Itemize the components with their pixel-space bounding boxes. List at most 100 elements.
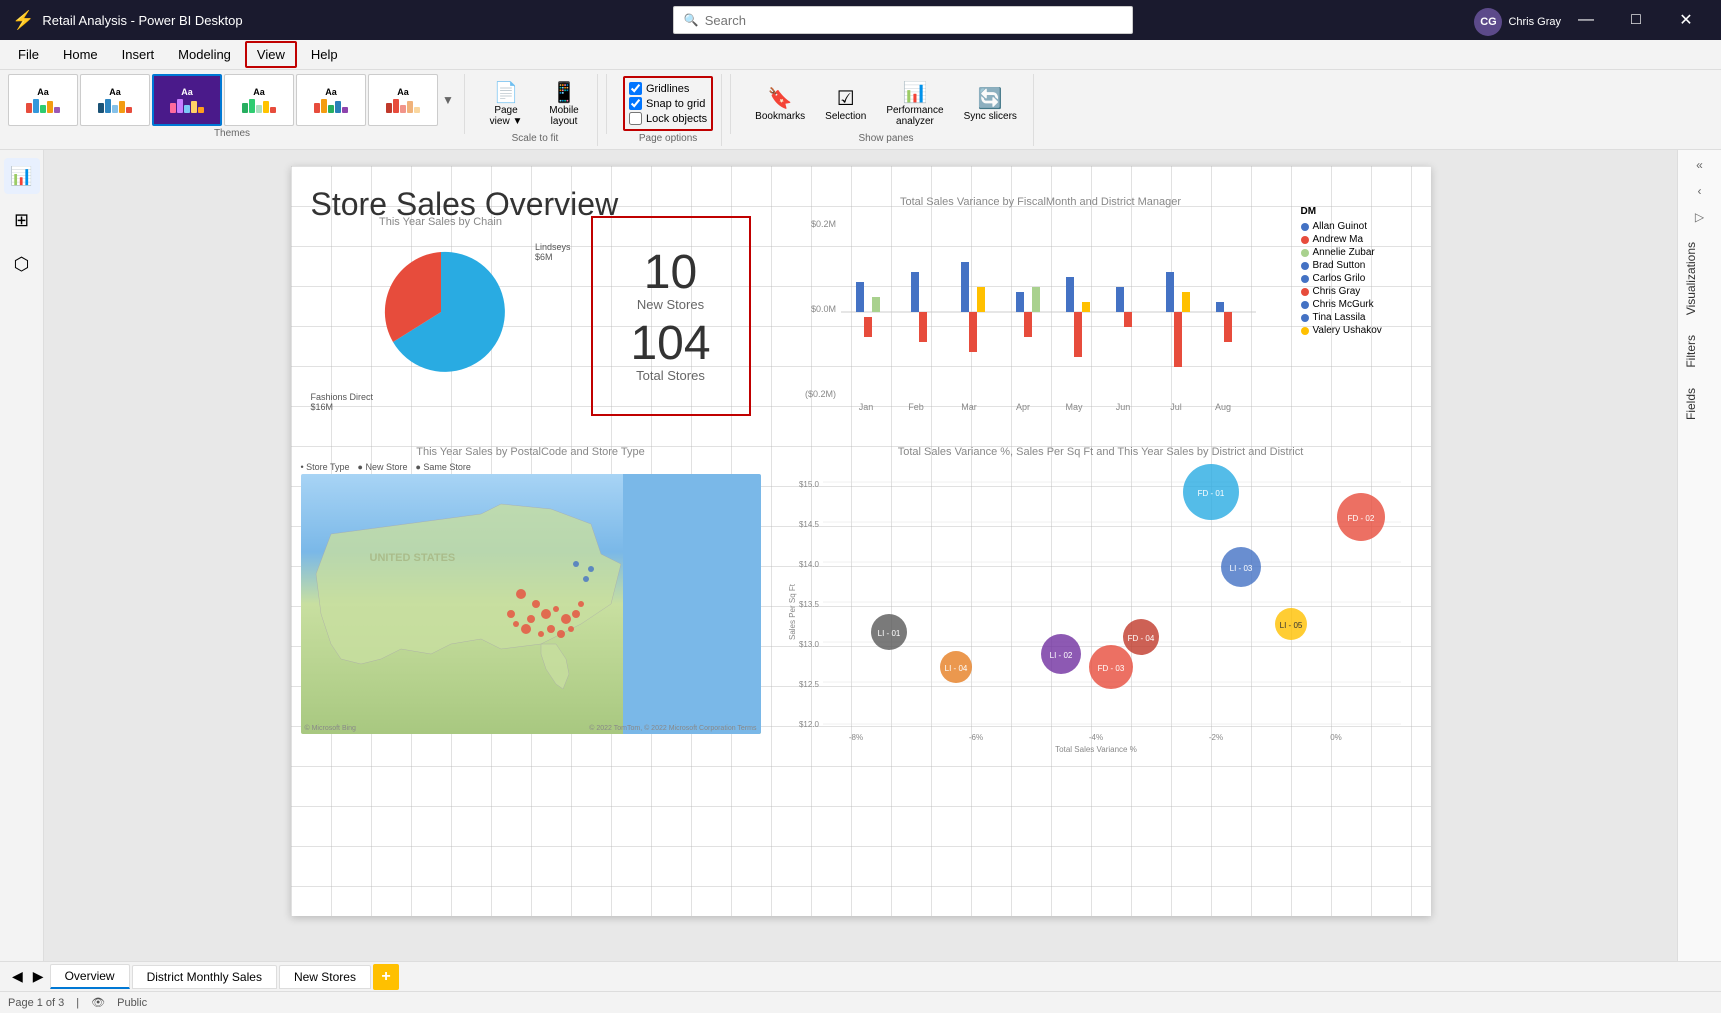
legend-item-1: Andrew Ma <box>1301 234 1421 245</box>
theme-2[interactable]: Aa <box>80 74 150 126</box>
map-section[interactable]: This Year Sales by PostalCode and Store … <box>301 446 761 746</box>
svg-text:Jul: Jul <box>1170 402 1182 412</box>
visualizations-panel-label[interactable]: Visualizations <box>1678 232 1721 325</box>
show-panes-label: Show panes <box>859 133 914 144</box>
legend-dot-7 <box>1301 314 1309 322</box>
svg-text:LI - 01: LI - 01 <box>877 629 900 638</box>
add-page-btn[interactable]: + <box>373 964 399 990</box>
theme-4[interactable]: Aa <box>224 74 294 126</box>
close-button[interactable]: ✕ <box>1663 0 1709 40</box>
svg-text:$0.2M: $0.2M <box>810 219 835 229</box>
back-btn[interactable]: ‹ <box>1694 180 1706 202</box>
menu-home[interactable]: Home <box>53 43 108 66</box>
bar-chart-section[interactable]: Total Sales Variance by FiscalMonth and … <box>801 196 1281 426</box>
selection-icon: ☑ <box>837 86 855 111</box>
table-view-icon[interactable]: ⊞ <box>4 202 40 238</box>
svg-text:LI - 03: LI - 03 <box>1229 564 1252 573</box>
menu-file[interactable]: File <box>8 43 49 66</box>
svg-text:Aug: Aug <box>1214 402 1230 412</box>
ribbon: Aa Aa Aa <box>0 70 1721 150</box>
app-icon: ⚡ <box>12 10 34 31</box>
mobile-layout-btn[interactable]: 📱 Mobilelayout <box>539 76 589 131</box>
svg-text:FD - 02: FD - 02 <box>1347 514 1374 523</box>
menu-insert[interactable]: Insert <box>112 43 165 66</box>
theme-1[interactable]: Aa <box>8 74 78 126</box>
svg-text:($0.2M): ($0.2M) <box>804 389 835 399</box>
user-name: Chris Gray <box>1508 16 1561 28</box>
main-layout: 📊 ⊞ ⬡ Store Sales Overview This Year Sal… <box>0 150 1721 961</box>
legend-dot-0 <box>1301 223 1309 231</box>
tab-district-monthly-sales[interactable]: District Monthly Sales <box>132 965 277 989</box>
svg-text:Apr: Apr <box>1015 402 1029 412</box>
svg-text:Feb: Feb <box>908 402 924 412</box>
theme-3[interactable]: Aa <box>152 74 222 126</box>
canvas-area[interactable]: Store Sales Overview This Year Sales by … <box>44 150 1677 961</box>
legend-item-7: Tina Lassila <box>1301 312 1421 323</box>
selection-btn[interactable]: ☑ Selection <box>817 76 874 131</box>
minimize-button[interactable]: — <box>1563 0 1609 40</box>
fields-panel-label[interactable]: Fields <box>1678 378 1721 430</box>
page-view-icon: 📄 <box>494 80 519 105</box>
maximize-button[interactable]: □ <box>1613 0 1659 40</box>
svg-text:Jan: Jan <box>858 402 873 412</box>
svg-text:$14.5: $14.5 <box>798 520 819 529</box>
themes-label: Themes <box>8 128 456 139</box>
bookmarks-btn[interactable]: 🔖 Bookmarks <box>747 76 813 131</box>
legend-dot-3 <box>1301 262 1309 270</box>
svg-text:FD - 04: FD - 04 <box>1127 634 1154 643</box>
pie-chart-svg <box>366 237 516 387</box>
page-view-group: 📄 Pageview ▼ 📱 Mobilelayout Scale to fit <box>473 74 598 146</box>
pie-label-lindseys: Lindseys $6M <box>535 242 571 262</box>
kpi-new-stores-value: 10 <box>644 249 697 297</box>
sync-slicers-btn[interactable]: 🔄 Sync slicers <box>956 76 1025 131</box>
page-prev-btn[interactable]: ◀ <box>8 966 27 987</box>
performance-analyzer-icon: 📊 <box>902 80 927 105</box>
search-bar[interactable]: 🔍 <box>673 6 1133 34</box>
profile-area: CG Chris Gray <box>1474 8 1561 36</box>
filters-panel-label[interactable]: Filters <box>1678 325 1721 378</box>
page-options-label: Page options <box>639 133 697 144</box>
legend-dot-6 <box>1301 301 1309 309</box>
legend-dot-1 <box>1301 236 1309 244</box>
svg-text:0%: 0% <box>1330 733 1342 742</box>
menu-modeling[interactable]: Modeling <box>168 43 241 66</box>
bookmarks-label: Bookmarks <box>755 111 805 122</box>
collapse-panels-btn[interactable]: « <box>1692 154 1707 176</box>
svg-text:-6%: -6% <box>968 733 982 742</box>
kpi-section[interactable]: 10 New Stores 104 Total Stores <box>591 216 751 416</box>
page-navigation: ◀ ▶ <box>8 966 48 987</box>
show-panes-group: 🔖 Bookmarks ☑ Selection 📊 Performanceana… <box>739 74 1034 146</box>
svg-text:-2%: -2% <box>1208 733 1222 742</box>
svg-text:Total Sales Variance %: Total Sales Variance % <box>1055 745 1137 752</box>
map-copyright: © 2022 TomTom, © 2022 Microsoft Corporat… <box>589 725 756 732</box>
pie-label-fashions: Fashions Direct $16M <box>311 392 374 412</box>
map-svg <box>301 474 761 734</box>
lock-objects-checkbox[interactable]: Lock objects <box>629 112 707 125</box>
store-type-label: • Store Type <box>301 462 350 472</box>
themes-expand-btn[interactable]: ▼ <box>440 74 456 126</box>
filter-arrow[interactable]: ▷ <box>1691 206 1708 228</box>
svg-text:-4%: -4% <box>1088 733 1102 742</box>
snap-to-grid-checkbox[interactable]: Snap to grid <box>629 97 707 110</box>
scatter-chart-section[interactable]: Total Sales Variance %, Sales Per Sq Ft … <box>781 446 1421 746</box>
menu-view[interactable]: View <box>245 41 297 68</box>
legend-dot-2 <box>1301 249 1309 257</box>
pie-chart-section[interactable]: This Year Sales by Chain Fashions Direct… <box>301 216 581 416</box>
menu-help[interactable]: Help <box>301 43 348 66</box>
tab-new-stores[interactable]: New Stores <box>279 965 371 989</box>
page-options-checkboxes: Gridlines Snap to grid Lock objects <box>629 82 707 125</box>
page-view-btn[interactable]: 📄 Pageview ▼ <box>481 76 531 131</box>
scatter-chart-svg: $15.0 $14.5 $14.0 $13.5 $13.0 $12.5 $12.… <box>781 462 1421 752</box>
map-background: UNITED STATES <box>301 474 761 734</box>
scatter-chart-title: Total Sales Variance %, Sales Per Sq Ft … <box>781 446 1421 458</box>
model-view-icon[interactable]: ⬡ <box>4 246 40 282</box>
gridlines-checkbox[interactable]: Gridlines <box>629 82 707 95</box>
page-next-btn[interactable]: ▶ <box>29 966 48 987</box>
search-input[interactable] <box>705 13 1122 28</box>
report-view-icon[interactable]: 📊 <box>4 158 40 194</box>
tab-overview[interactable]: Overview <box>50 964 130 989</box>
visibility-icon: 👁 <box>91 996 105 1009</box>
theme-5[interactable]: Aa <box>296 74 366 126</box>
theme-6[interactable]: Aa <box>368 74 438 126</box>
performance-analyzer-btn[interactable]: 📊 Performanceanalyzer <box>878 76 951 131</box>
